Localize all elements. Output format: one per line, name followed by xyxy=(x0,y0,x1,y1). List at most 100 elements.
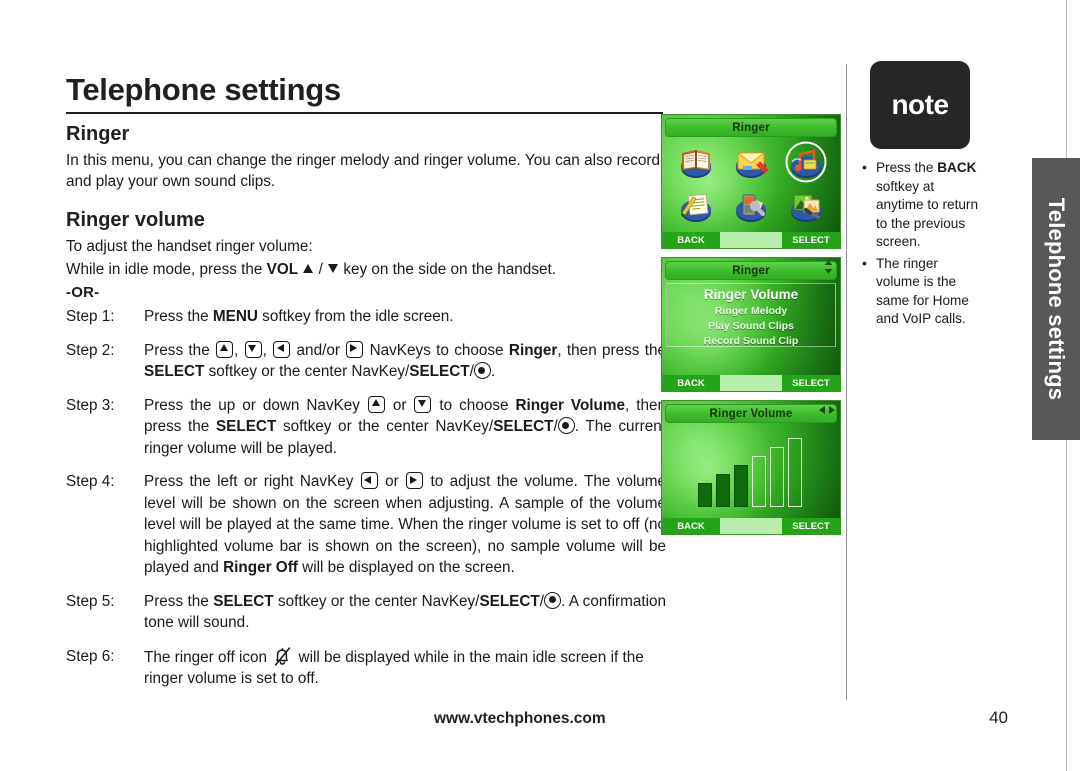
note-badge-label: note xyxy=(891,89,949,120)
step-row: Step 1: Press the MENU softkey from the i… xyxy=(66,306,666,328)
footer-website: www.vtechphones.com xyxy=(434,710,606,727)
volume-bar-5 xyxy=(770,447,784,507)
section-heading-ringer-volume: Ringer volume xyxy=(66,209,205,231)
step-row: Step 4: Press the left or right NavKey or… xyxy=(66,471,666,579)
note-item: The ringer volume is the same for Home a… xyxy=(862,254,980,329)
emphasised-term: SELECT xyxy=(493,418,554,435)
settings-icon xyxy=(735,194,766,222)
ringer-icon xyxy=(791,149,822,178)
softkey-back[interactable]: BACK xyxy=(662,232,720,248)
menu-icon-settings[interactable] xyxy=(723,184,778,228)
softkey-middle xyxy=(720,375,782,391)
emphasised-term: Ringer xyxy=(508,341,558,359)
step-label: Step 6: xyxy=(66,647,115,665)
main-menu-screen: Ringer BACK SELECT xyxy=(661,114,841,249)
slash-separator: / xyxy=(314,261,328,278)
screen-title: Ringer Volume xyxy=(709,407,793,420)
step-text: Press the MENU softkey from the idle scr… xyxy=(144,308,454,325)
menu-icon-messages[interactable] xyxy=(723,140,778,184)
step-text: Press the , , and/or NavKeys to choose R… xyxy=(144,340,667,380)
volume-bar-3 xyxy=(734,465,748,507)
footer-page-number: 40 xyxy=(989,708,1008,727)
emphasised-term: SELECT xyxy=(479,592,540,610)
emphasised-term: SELECT xyxy=(144,363,205,380)
idle-mode-instruction: While in idle mode, press the VOL / key … xyxy=(66,259,660,280)
navkey-left-icon xyxy=(360,472,378,489)
emphasised-term: SELECT xyxy=(409,363,470,380)
menu-icon-ringer[interactable] xyxy=(779,140,834,184)
select-key-icon xyxy=(557,417,575,434)
menu-icon-phonebook[interactable] xyxy=(668,140,723,184)
screen-softkey-bar: BACK SELECT xyxy=(662,375,840,391)
emphasised-term: Ringer Volume xyxy=(515,396,625,414)
screen-illustrations: Ringer BACK SELECT Ringer Ringer Volume … xyxy=(661,114,841,543)
ringer-off-icon xyxy=(273,646,292,667)
step-label: Step 5: xyxy=(66,592,115,610)
screen-softkey-bar: BACK SELECT xyxy=(662,518,840,534)
navkey-up-icon xyxy=(216,340,234,358)
vol-down-triangle xyxy=(327,261,339,278)
volume-bar-2 xyxy=(716,474,730,507)
menu-icon-pictures[interactable] xyxy=(779,184,834,228)
softkey-select[interactable]: SELECT xyxy=(782,375,840,391)
page-footer: www.vtechphones.com 40 xyxy=(66,708,1046,728)
navkey-up-icon xyxy=(367,395,385,413)
step-row: Step 5: Press the SELECT softkey or the c… xyxy=(66,591,666,634)
main-content-column: Telephone settings Ringer In this menu, … xyxy=(66,72,666,702)
step-row: Step 3: Press the up or down NavKey or to… xyxy=(66,395,666,460)
idle-mode-text-a: While in idle mode, press the xyxy=(66,261,267,278)
step-label: Step 4: xyxy=(66,473,115,490)
screen-title: Ringer xyxy=(732,121,770,134)
note-items-list: Press the BACK softkey at anytime to ret… xyxy=(862,158,980,329)
navkey-right-icon xyxy=(346,340,364,358)
page-title: Telephone settings xyxy=(66,72,341,107)
menu-item-ringer-melody[interactable]: Ringer Melody xyxy=(667,304,835,319)
ringer-intro-paragraph: In this menu, you can change the ringer … xyxy=(66,152,660,190)
menu-item-record-sound-clip[interactable]: Record Sound Clip xyxy=(667,334,835,349)
steps-list: Step 1: Press the MENU softkey from the i… xyxy=(66,306,666,690)
menu-item-play-sound-clips[interactable]: Play Sound Clips xyxy=(667,319,835,334)
navkey-down-icon xyxy=(244,340,262,358)
note-badge: note xyxy=(870,61,970,149)
screen-softkey-bar: BACK SELECT xyxy=(662,232,840,248)
ringer-menu-list: Ringer Volume Ringer Melody Play Sound C… xyxy=(666,283,836,347)
softkey-select[interactable]: SELECT xyxy=(782,518,840,534)
step-label: Step 2: xyxy=(66,341,115,359)
select-key-icon xyxy=(544,591,562,609)
step-label: Step 1: xyxy=(66,308,115,325)
softkey-middle xyxy=(720,518,782,534)
side-tab-label: Telephone settings xyxy=(1044,197,1069,401)
ringer-volume-intro: To adjust the handset ringer volume: xyxy=(66,238,313,255)
softkey-back[interactable]: BACK xyxy=(662,375,720,391)
messages-icon xyxy=(735,152,769,178)
step-text: Press the left or right NavKey or to adj… xyxy=(144,472,667,576)
vol-key-label: VOL xyxy=(266,261,299,278)
emphasised-term: SELECT xyxy=(215,418,277,435)
step-label: Step 3: xyxy=(66,396,115,414)
note-column: note Press the BACK softkey at anytime t… xyxy=(862,61,980,332)
screen-title-bar: Ringer Volume xyxy=(665,404,837,423)
phonebook-icon xyxy=(680,150,711,178)
volume-bar-4 xyxy=(752,456,766,507)
volume-level-bars xyxy=(698,438,806,507)
softkey-middle xyxy=(720,232,782,248)
section-heading-ringer: Ringer xyxy=(66,123,130,145)
emphasised-term: BACK xyxy=(937,160,977,175)
softkey-back[interactable]: BACK xyxy=(662,518,720,534)
screen-title-bar: Ringer xyxy=(665,118,837,137)
navkey-down-icon xyxy=(414,395,432,413)
menu-item-ringer-volume[interactable]: Ringer Volume xyxy=(667,285,835,304)
scroll-left-right-icon xyxy=(819,406,835,414)
select-key-icon xyxy=(473,362,491,379)
screen-title: Ringer xyxy=(732,264,770,277)
vol-up-triangle xyxy=(298,261,314,278)
column-divider xyxy=(846,64,847,700)
notepad-icon xyxy=(680,193,711,222)
note-item: Press the BACK softkey at anytime to ret… xyxy=(862,158,980,252)
menu-icon-notepad[interactable] xyxy=(668,184,723,228)
volume-bar-1 xyxy=(698,483,712,507)
softkey-select[interactable]: SELECT xyxy=(782,232,840,248)
ringer-volume-screen: Ringer Volume BACK SELECT xyxy=(661,400,841,535)
step-text: The ringer off icon will be displayed wh… xyxy=(144,646,666,690)
volume-bar-6 xyxy=(788,438,802,507)
